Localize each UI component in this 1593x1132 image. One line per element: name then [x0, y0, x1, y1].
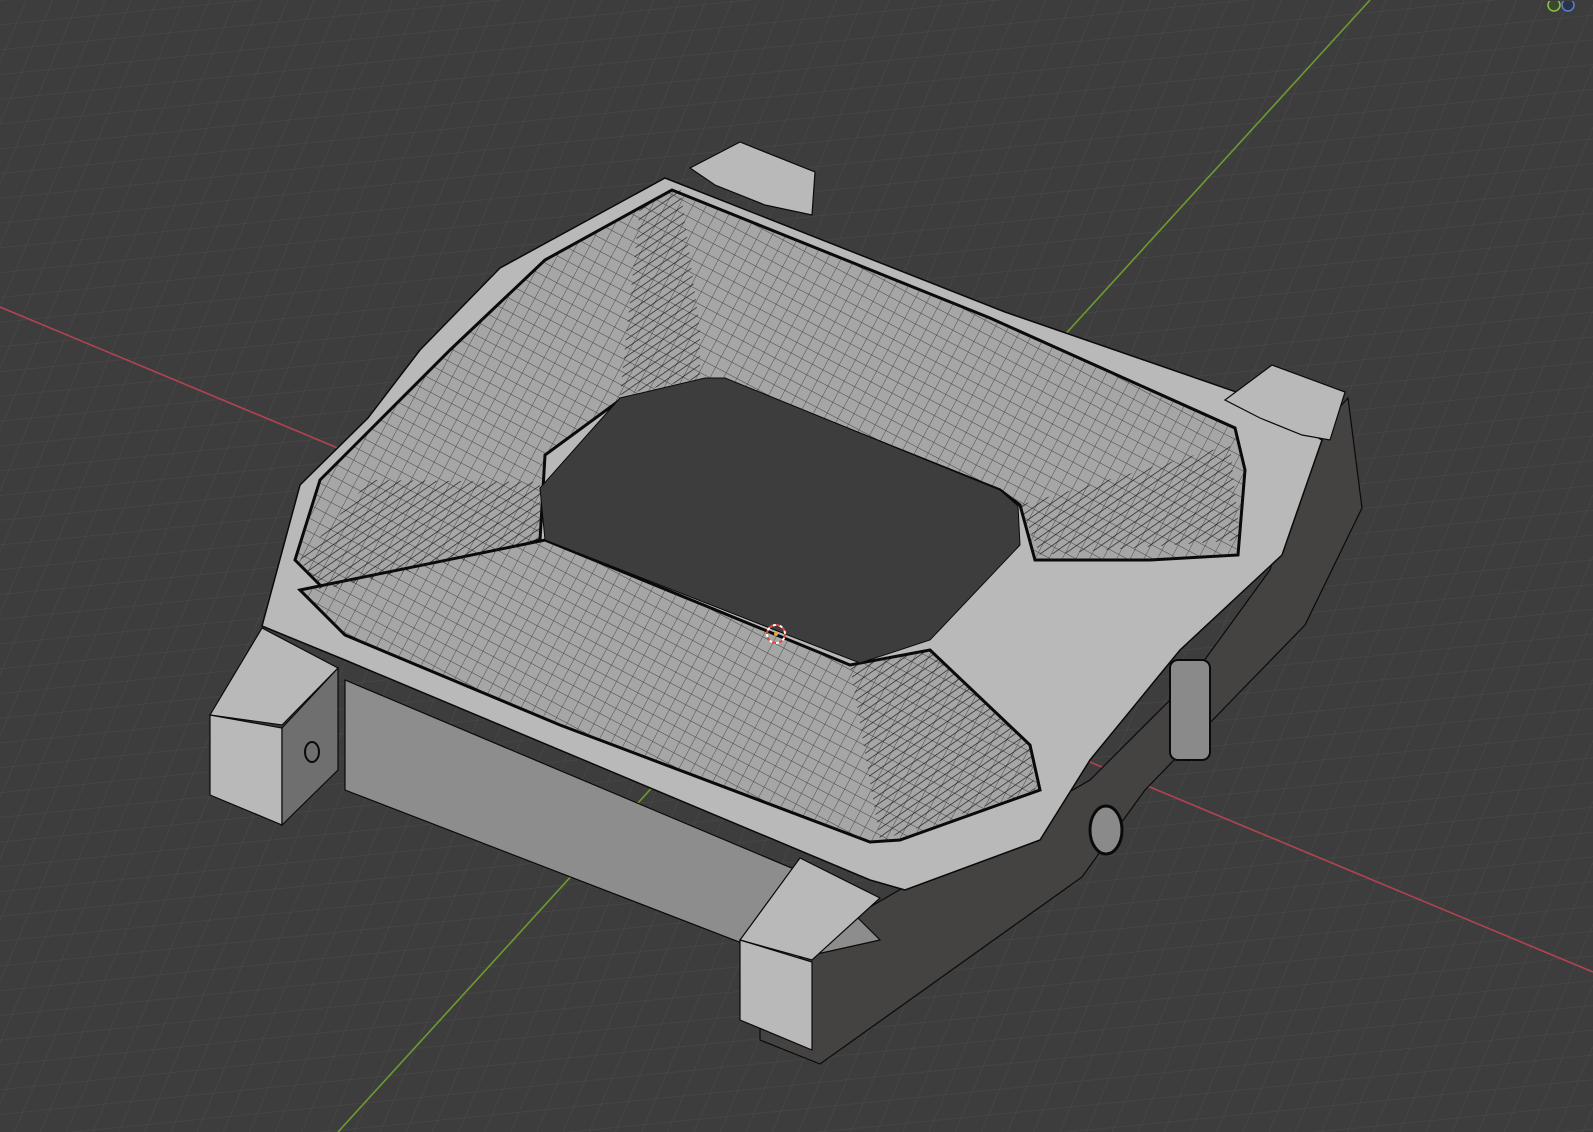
navigation-gizmo-y-icon[interactable]	[1547, 0, 1561, 12]
mesh-bolt-hole-right	[1088, 804, 1124, 856]
3d-viewport[interactable]	[0, 0, 1593, 1132]
navigation-gizmo[interactable]	[1545, 0, 1579, 14]
mesh-bolt-hole-left	[304, 741, 320, 763]
viewport-scene[interactable]	[0, 0, 1593, 1132]
origin-dot	[774, 632, 778, 636]
mesh-side-bracket	[1169, 659, 1211, 761]
navigation-gizmo-x-icon[interactable]	[1561, 0, 1575, 12]
